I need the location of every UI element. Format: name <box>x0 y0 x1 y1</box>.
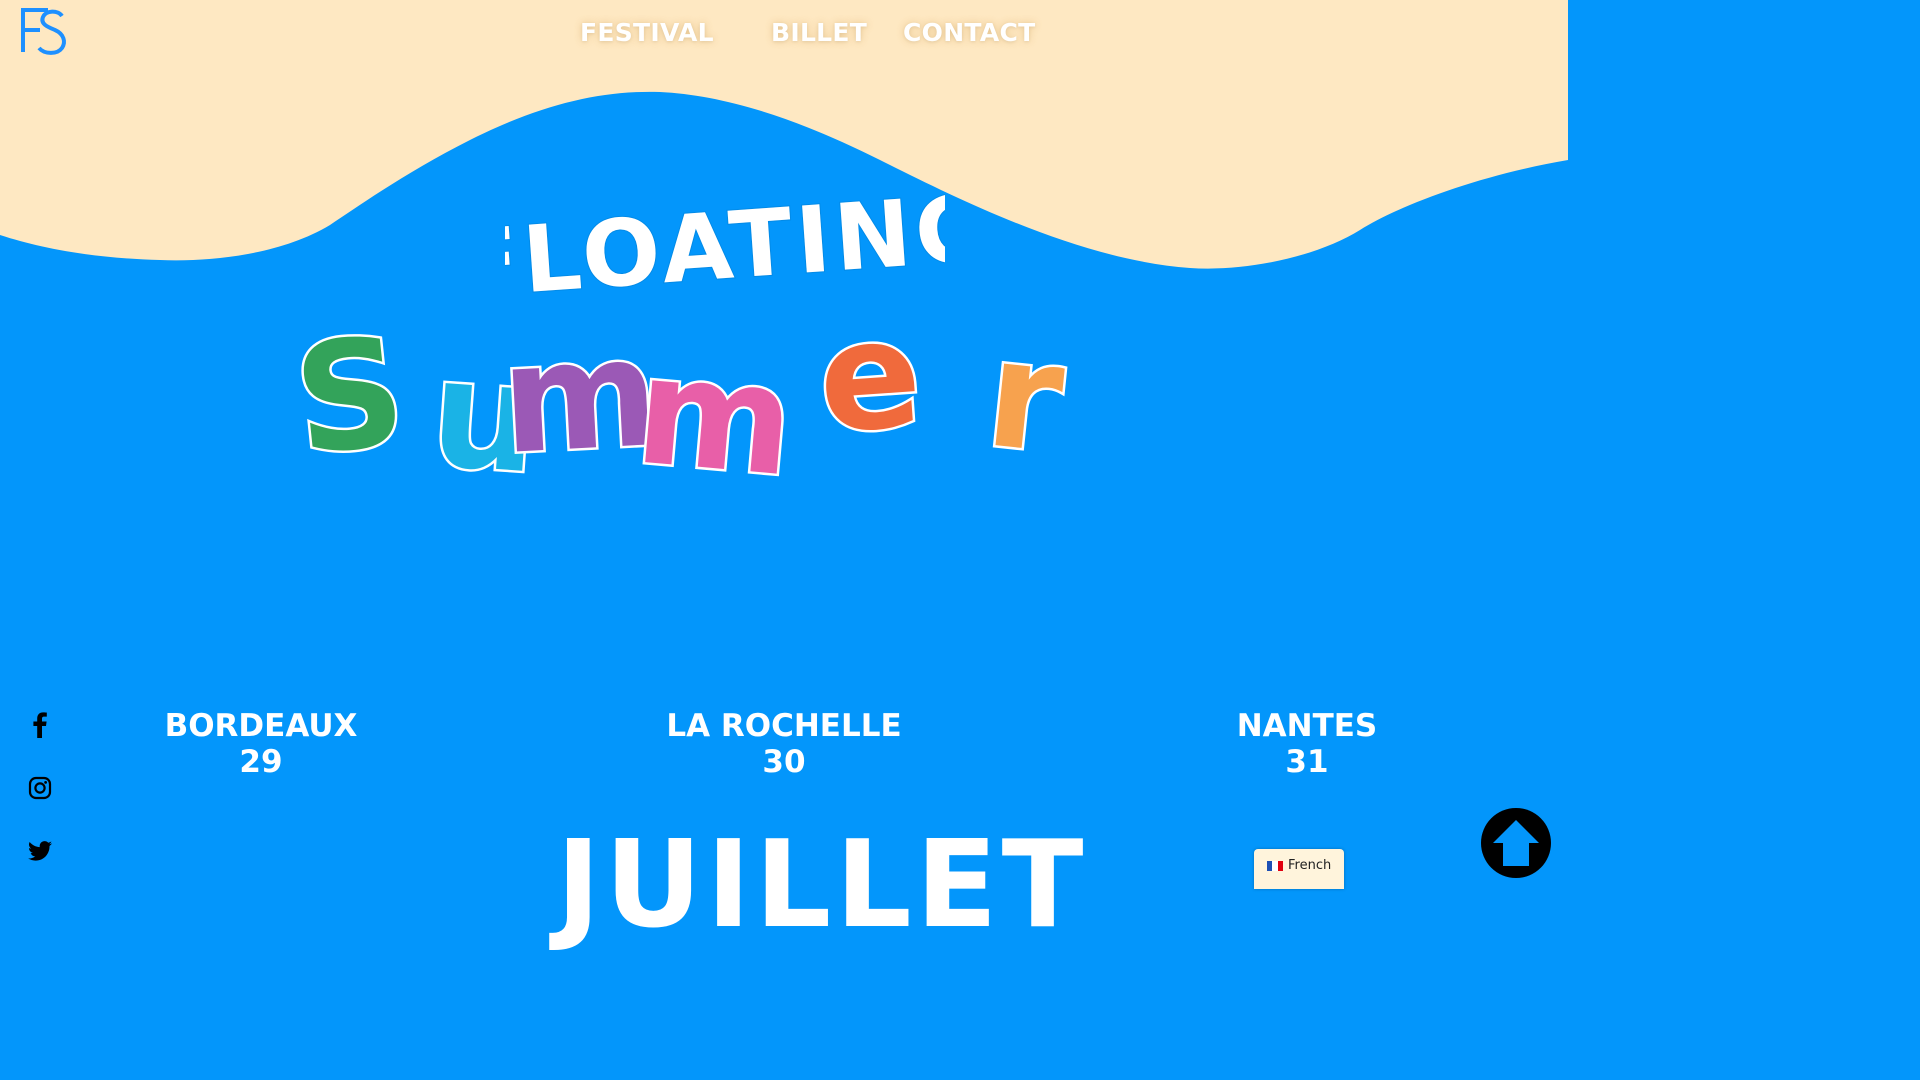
city-day: 29 <box>239 744 283 780</box>
arrow-up-icon <box>1493 820 1539 866</box>
month-heading: JUILLET <box>556 816 1088 955</box>
nav-festival[interactable]: FESTIVAL <box>580 18 714 47</box>
hero-title-floating: FLOATING <box>505 180 945 305</box>
city-name: BORDEAUX <box>164 708 358 744</box>
floating-title-text: FLOATING <box>505 180 945 305</box>
language-switcher[interactable]: French <box>1254 849 1344 889</box>
date-la-rochelle: LA ROCHELLE 30 <box>634 708 934 780</box>
summer-letter: m <box>630 324 801 493</box>
scroll-to-top-button[interactable] <box>1481 808 1551 878</box>
france-flag-icon <box>1267 861 1283 871</box>
nav-contact[interactable]: CONTACT <box>903 18 1035 47</box>
city-name: NANTES <box>1236 708 1378 744</box>
summer-letter: S <box>287 305 413 489</box>
main-nav: FESTIVAL BILLET CONTACT <box>0 18 1568 50</box>
facebook-icon[interactable] <box>26 711 54 739</box>
language-label: French <box>1288 858 1332 873</box>
date-bordeaux: BORDEAUX 29 <box>111 708 411 780</box>
summer-letter: r <box>979 307 1071 488</box>
date-nantes: NANTES 31 <box>1157 708 1457 780</box>
city-name: LA ROCHELLE <box>666 708 902 744</box>
city-day: 30 <box>762 744 806 780</box>
hero-title-summer: Summ e r <box>285 298 1074 493</box>
city-day: 31 <box>1285 744 1329 780</box>
summer-letter: e <box>813 298 927 467</box>
instagram-icon[interactable] <box>26 774 54 802</box>
twitter-icon[interactable] <box>26 837 54 865</box>
nav-billet[interactable]: BILLET <box>771 18 867 47</box>
